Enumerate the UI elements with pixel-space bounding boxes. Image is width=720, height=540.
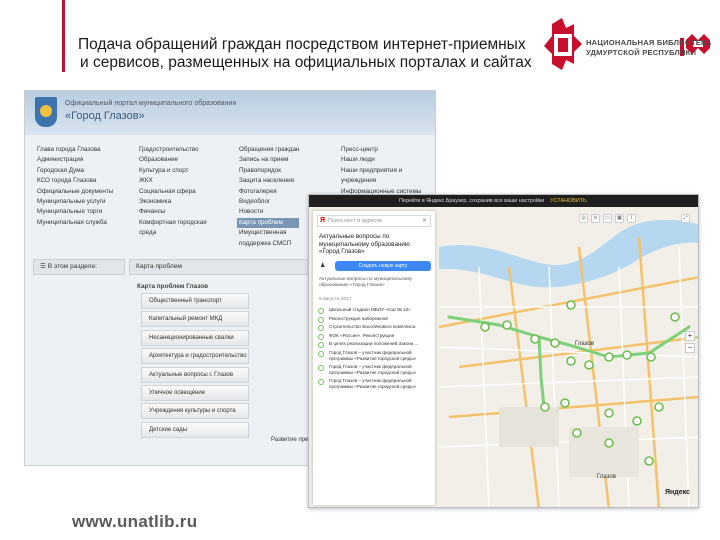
menu-item[interactable]: Администрация	[37, 155, 113, 165]
yandex-search-icon: Я	[320, 217, 326, 224]
menu-item-problem-map[interactable]: Карта проблем	[237, 217, 300, 229]
menu-item[interactable]: Защита населения	[239, 176, 299, 186]
menu-item[interactable]: Социальная сфера	[139, 187, 207, 197]
category-item[interactable]: Капитальный ремонт МКД	[141, 311, 249, 328]
menu-item[interactable]: Имущественная	[239, 228, 299, 238]
menu-item[interactable]: Наши люди	[341, 155, 421, 165]
menu-item[interactable]: Видеоблог	[239, 197, 299, 207]
menu-item[interactable]: Градостроительство	[139, 145, 207, 155]
menu-item[interactable]: Экономика	[139, 197, 207, 207]
city-label-south: Глазов	[597, 474, 616, 480]
section-title: Карта проблем Глазов	[137, 283, 209, 290]
fullscreen-icon[interactable]: ⤢	[681, 214, 690, 223]
portal-menu-col3: Обращения граждан Запись на прием Правоп…	[237, 145, 300, 249]
section-bar: ☰ В этом разделе:	[33, 259, 125, 275]
district-block	[499, 407, 559, 447]
panel-description: Актуальные вопросы по муниципальному обр…	[319, 277, 413, 288]
layers-icon[interactable]: ◎	[579, 214, 588, 223]
library-logo: НАЦИОНАЛЬНАЯ БИБЛИОТЕКА УДМУРТСКОЙ РЕСПУ…	[540, 14, 712, 76]
zoom-out-button[interactable]: −	[685, 343, 695, 353]
slide-title: Подача обращений граждан посредством инт…	[78, 36, 558, 72]
search-placeholder: Поиск мест и адресов	[328, 218, 383, 224]
menu-item[interactable]: Запись на прием	[239, 155, 299, 165]
menu-item[interactable]: Глава города Глазова	[37, 145, 113, 155]
issue-item[interactable]: В целях реализации положений Закона ...	[317, 341, 433, 348]
portal-subtitle: Официальный портал муниципального образо…	[65, 100, 237, 107]
section-label: В этом разделе:	[47, 263, 97, 270]
coat-of-arms-icon	[35, 97, 57, 127]
user-icon[interactable]: ♟	[320, 262, 325, 269]
create-map-button[interactable]: Создать новую карту	[335, 261, 431, 271]
menu-item[interactable]: Фотогалерея	[239, 187, 299, 197]
panorama-icon[interactable]: ▦	[615, 214, 624, 223]
menu-item[interactable]: Финансы	[139, 207, 207, 217]
issue-item[interactable]: Город Глазов – участник федеральной прог…	[317, 364, 433, 375]
menu-item[interactable]: среда	[139, 228, 207, 238]
map-search-input[interactable]: Я Поиск мест и адресов ✕	[317, 215, 431, 227]
menu-item[interactable]: Образование	[139, 155, 207, 165]
bus-icon[interactable]: ▭	[603, 214, 612, 223]
map-side-panel: Я Поиск мест и адресов ✕ Актуальные вопр…	[313, 211, 435, 505]
portal-header: Официальный портал муниципального образо…	[25, 91, 435, 135]
menu-item[interactable]: Официальные документы	[37, 187, 113, 197]
issue-list: Школьный стадион МБОУ «СШ № 10» Реконстр…	[317, 307, 433, 393]
menu-item[interactable]: Обращения граждан	[239, 145, 299, 155]
map-screenshot: Перейти в Яндекс.Браузер, сохранив все в…	[308, 194, 699, 508]
portal-menu-col2: Градостроительство Образование Культура …	[139, 145, 207, 239]
menu-item[interactable]: Правопорядок	[239, 166, 299, 176]
menu-item[interactable]: Муниципальные торги	[37, 207, 113, 217]
logo-line2: УДМУРТСКОЙ РЕСПУБЛИКИ	[586, 48, 697, 57]
issue-item[interactable]: ФОК «Россия». Реконструкция	[317, 333, 433, 340]
panel-date: 9 августа 2017	[319, 297, 352, 302]
category-item[interactable]: Уличное освещение	[141, 384, 249, 401]
zoom-in-button[interactable]: +	[685, 331, 695, 341]
category-item[interactable]: Общественный транспорт	[141, 293, 249, 309]
category-item[interactable]: Актуальные вопросы г. Глазов	[141, 366, 249, 383]
close-icon[interactable]: ✕	[422, 216, 427, 226]
issue-item[interactable]: Город Глазов – участник федеральной прог…	[317, 378, 433, 389]
portal-title: «Город Глазов»	[65, 110, 145, 122]
issue-item[interactable]: Школьный стадион МБОУ «СШ № 10»	[317, 307, 433, 314]
category-item[interactable]: Архитектура и градостроительство	[141, 348, 249, 365]
menu-item[interactable]: Культура и спорт	[139, 166, 207, 176]
menu-item[interactable]: Наши предприятия и	[341, 166, 421, 176]
logo-line1: НАЦИОНАЛЬНАЯ БИБЛИОТЕКА	[586, 38, 712, 47]
slide-title-line1: Подача обращений граждан посредством инт…	[78, 36, 526, 53]
panel-title: Актуальные вопросы по муниципальному обр…	[319, 233, 410, 256]
portal-menu-col4: Пресс-центр Наши люди Наши предприятия и…	[341, 145, 421, 197]
traffic-icon[interactable]: ⊙	[591, 214, 600, 223]
category-item[interactable]: Детские сады	[141, 421, 249, 438]
issue-item[interactable]: Город Глазов – участник федеральной прог…	[317, 350, 433, 361]
menu-item[interactable]: Муниципальные услуги	[37, 197, 113, 207]
breadcrumb-label[interactable]: Карта проблем	[136, 263, 182, 270]
menu-item[interactable]: Новости	[239, 207, 299, 217]
menu-item[interactable]: КСО города Глазова	[37, 176, 113, 186]
city-label: Глазов	[575, 341, 594, 347]
menu-item[interactable]: Комфортная городская	[139, 218, 207, 228]
menu-item[interactable]: ЖКХ	[139, 176, 207, 186]
menu-item[interactable]: Пресс-центр	[341, 145, 421, 155]
portal-menu-col1: Глава города Глазова Администрация Город…	[37, 145, 113, 228]
issue-item[interactable]: Реконструкция набережной	[317, 316, 433, 323]
slide-title-line2: и сервисов, размещенных на официальных п…	[80, 54, 532, 71]
menu-item[interactable]: учреждения	[341, 176, 421, 186]
yandex-logo: Яндекс	[665, 489, 690, 496]
logo-text: НАЦИОНАЛЬНАЯ БИБЛИОТЕКА УДМУРТСКОЙ РЕСПУ…	[586, 38, 712, 58]
browser-promo-bar: Перейти в Яндекс.Браузер, сохранив все в…	[309, 195, 698, 207]
promo-text: Перейти в Яндекс.Браузер, сохранив все в…	[399, 198, 545, 204]
website-url[interactable]: www.unatlib.ru	[72, 512, 197, 532]
install-link[interactable]: УСТАНОВИТЬ	[550, 198, 586, 204]
menu-item[interactable]: поддержка СМСП	[239, 239, 299, 249]
menu-item[interactable]: Городская Дума	[37, 166, 113, 176]
menu-item[interactable]: Муниципальная служба	[37, 218, 113, 228]
accent-bar	[62, 0, 65, 72]
menu-icon: ☰	[40, 263, 48, 270]
ruler-icon[interactable]: ⌇	[627, 214, 636, 223]
category-item[interactable]: Несанкционированные свалки	[141, 329, 249, 346]
category-item[interactable]: Учреждения культуры и спорта	[141, 403, 249, 420]
issue-item[interactable]: Строительство Бассейнового комплекса	[317, 324, 433, 331]
